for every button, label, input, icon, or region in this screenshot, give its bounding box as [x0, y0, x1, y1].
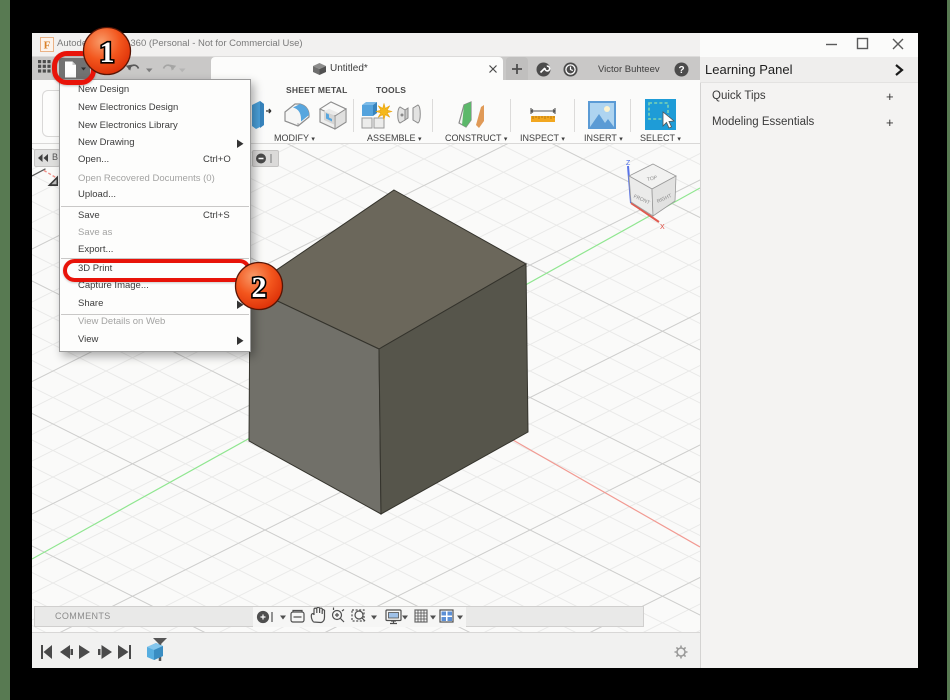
svg-text:2: 2 — [252, 271, 267, 304]
svg-text:Z: Z — [626, 160, 631, 167]
svg-text:?: ? — [678, 65, 684, 76]
svg-text:F: F — [44, 40, 51, 52]
svg-text:X: X — [660, 224, 665, 231]
svg-text:1: 1 — [100, 36, 115, 69]
